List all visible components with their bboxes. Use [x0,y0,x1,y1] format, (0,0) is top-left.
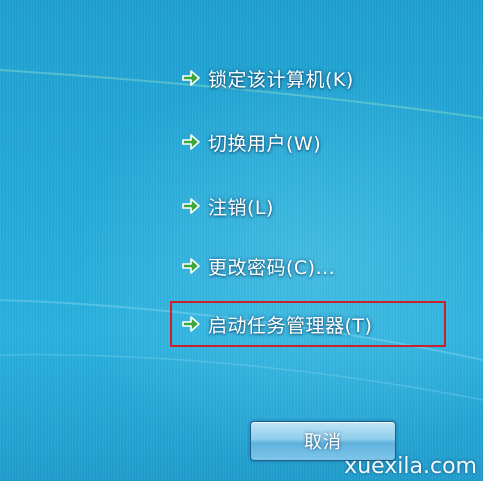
green-arrow-icon [182,258,200,274]
menu-item-change-password[interactable]: 更改密码(C)... [180,250,335,282]
menu-item-label: 锁定该计算机(K) [208,68,354,91]
menu-item-start-task-manager[interactable]: 启动任务管理器(T) [180,308,372,340]
green-arrow-icon [182,134,200,150]
green-arrow-icon [182,198,200,214]
menu-item-lock-computer[interactable]: 锁定该计算机(K) [180,62,354,94]
menu-item-label: 切换用户(W) [208,132,322,155]
menu-item-switch-user[interactable]: 切换用户(W) [180,126,321,158]
menu-item-label: 启动任务管理器(T) [208,314,373,337]
watermark-text: xuexila.com [344,454,477,479]
menu-item-log-off[interactable]: 注销(L) [180,190,274,222]
menu-item-label: 更改密码(C)... [208,256,336,279]
ctrl-alt-del-security-screen: 锁定该计算机(K) 切换用户(W) 注销(L) 更改密码(C)... 启动任务管… [0,0,483,481]
green-arrow-icon [182,70,200,86]
green-arrow-icon [182,316,200,332]
menu-item-label: 注销(L) [208,196,274,219]
